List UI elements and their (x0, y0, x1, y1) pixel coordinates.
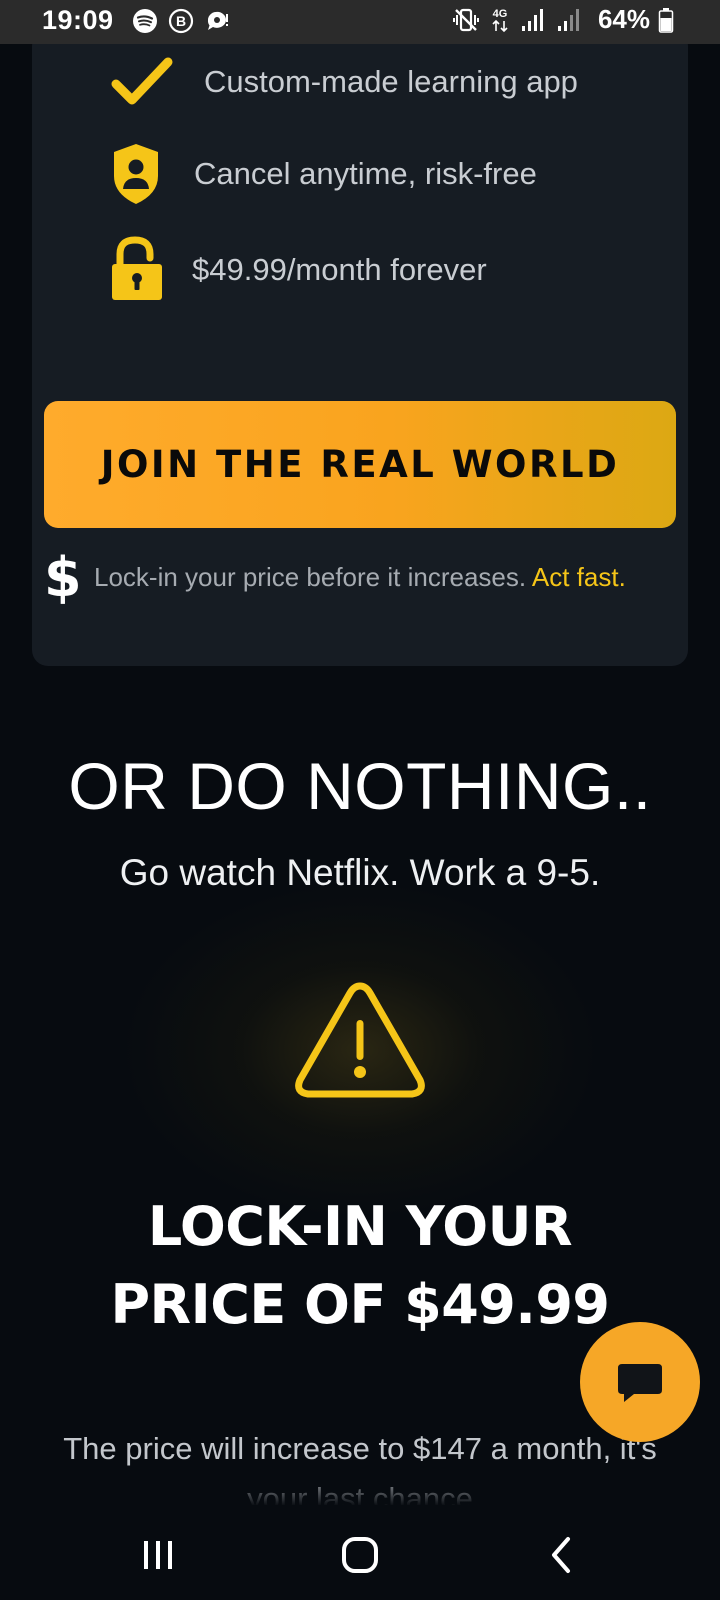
screen: 19:09 B 4G 64% Custom-made learning app … (0, 0, 720, 1600)
checkmark-icon (111, 57, 173, 105)
shield-user-icon (114, 144, 158, 204)
battery-percent: 64% (597, 4, 650, 34)
status-app-icons: B (132, 8, 230, 34)
svg-text:B: B (176, 13, 186, 29)
lock-in-heading-line2: PRICE OF $49.99 (110, 1273, 610, 1336)
feature-label: Custom-made learning app (204, 64, 578, 99)
spotify-icon (133, 9, 157, 33)
lock-in-heading-line1: LOCK-IN YOUR (147, 1195, 573, 1258)
status-time: 19:09 (42, 5, 114, 35)
chat-button[interactable] (580, 1322, 700, 1442)
svg-text:4G: 4G (493, 8, 508, 20)
feature-label: Cancel anytime, risk-free (194, 156, 537, 191)
b-icon: B (168, 8, 194, 34)
home-button[interactable] (328, 1531, 392, 1579)
signal-bars-secondary-icon (557, 8, 579, 31)
status-right: 4G 64% (452, 4, 674, 35)
back-icon (552, 1537, 570, 1573)
chat-icon (618, 1364, 662, 1402)
feature-label: $49.99/month forever (192, 252, 487, 287)
network-4g-icon: 4G (492, 8, 508, 32)
lock-in-note-message: Lock-in your price before it increases. (94, 562, 527, 592)
lock-in-note-text: Lock-in your price before it increases. … (94, 562, 626, 593)
status-bar: 19:09 B 4G 64% (0, 0, 720, 44)
scroll-fade (0, 1470, 720, 1510)
or-do-nothing-heading: OR DO NOTHING.. (68, 749, 652, 823)
lock-in-note: $ Lock-in your price before it increases… (44, 548, 684, 608)
join-button[interactable]: JOIN THE REAL WORLD (44, 401, 676, 528)
signal-bars-icon (521, 8, 543, 31)
lock-in-price-heading: LOCK-IN YOUR PRICE OF $49.99 (0, 1188, 720, 1344)
act-fast-link[interactable]: Act fast. (532, 562, 626, 592)
unlocked-padlock-icon (112, 236, 162, 300)
vibrate-muted-icon (452, 8, 479, 31)
warning-icon (295, 982, 425, 1098)
chat-bubble-icon (207, 11, 228, 31)
recent-apps-icon (144, 1541, 172, 1569)
back-button[interactable] (530, 1531, 594, 1579)
system-nav-bar (0, 1505, 720, 1600)
battery-icon (658, 7, 674, 33)
dollar-icon: $ (44, 546, 82, 609)
recent-apps-button[interactable] (126, 1531, 190, 1579)
home-icon (342, 1537, 378, 1573)
